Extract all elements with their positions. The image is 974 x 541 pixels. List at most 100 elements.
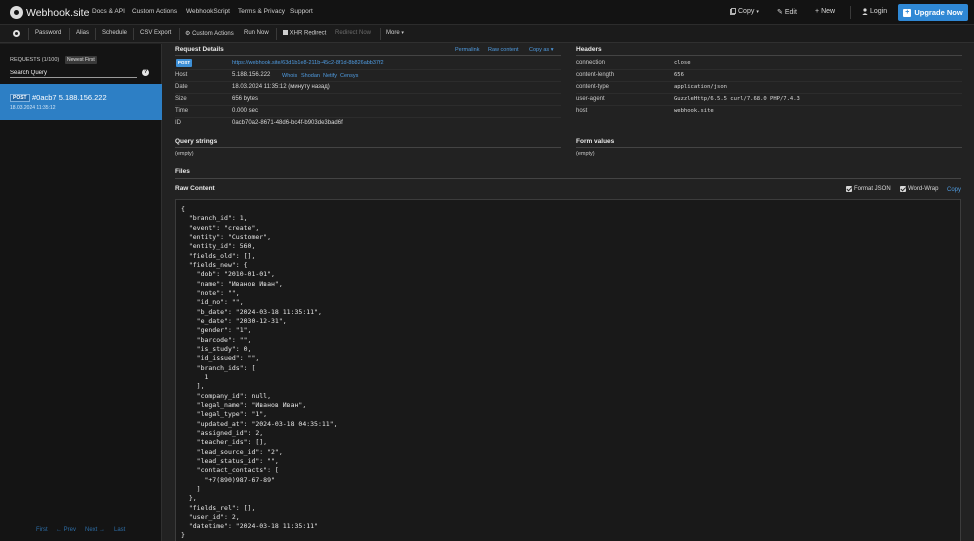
header-value: close — [674, 60, 691, 66]
size-value: 656 bytes — [232, 96, 259, 102]
date-label: Date — [175, 84, 188, 90]
netify-link[interactable]: Netify — [323, 73, 337, 79]
toolbar-csv-export[interactable]: CSV Export — [140, 30, 171, 36]
raw-content-title: Raw Content — [175, 185, 215, 192]
checkbox-icon — [283, 30, 288, 35]
form-values-empty: (empty) — [576, 151, 595, 157]
toolbar-divider — [380, 28, 381, 40]
word-wrap-checkbox[interactable]: Word-Wrap — [900, 186, 938, 192]
caret-down-icon: ▾ — [550, 47, 554, 53]
toolbar-divider — [69, 28, 70, 40]
pager-prev[interactable]: ← Prev — [56, 527, 76, 533]
row-divider — [576, 69, 962, 70]
toolbar-run-now[interactable]: Run Now — [244, 30, 269, 36]
new-button[interactable]: + New — [815, 8, 835, 15]
help-icon[interactable]: ? — [142, 69, 149, 76]
toolbar-xhr-redirect[interactable]: XHR Redirect — [283, 30, 326, 37]
toolbar-schedule[interactable]: Schedule — [102, 30, 127, 36]
copy-dropdown-button[interactable]: Copy ▾ — [730, 8, 759, 15]
header-key: content-type — [576, 84, 610, 90]
method-badge: POST — [10, 94, 30, 102]
cog-icon: ⚙ — [185, 31, 191, 37]
request-sidebar: REQUESTS (1/100) Newest First ? POST #0a… — [0, 44, 162, 541]
toolbar-alias[interactable]: Alias — [76, 30, 89, 36]
size-label: Size — [175, 96, 187, 102]
whois-link[interactable]: Whois — [282, 73, 297, 79]
navbar-divider — [850, 6, 851, 19]
plus-icon: + — [815, 8, 820, 15]
row-divider — [175, 117, 561, 118]
newest-first-toggle[interactable]: Newest First — [65, 56, 97, 64]
pencil-icon: ✎ — [777, 9, 783, 16]
nav-support[interactable]: Support — [290, 8, 313, 15]
edit-button[interactable]: ✎ Edit — [777, 8, 797, 17]
search-query-input[interactable] — [10, 68, 137, 78]
toolbar-redirect-now[interactable]: Redirect Now — [335, 30, 371, 36]
request-method-badge: POST — [176, 59, 192, 67]
custom-actions-label: Custom Actions — [192, 31, 234, 37]
permalink-link[interactable]: Permalink — [455, 47, 479, 53]
files-title: Files — [175, 168, 190, 175]
header-key: host — [576, 108, 588, 114]
caret-down-icon: ▾ — [401, 30, 404, 36]
pager-next[interactable]: Next → — [85, 527, 105, 533]
login-button[interactable]: Login — [862, 8, 887, 15]
toolbar-divider — [276, 28, 277, 40]
row-divider — [576, 81, 962, 82]
format-json-checkbox[interactable]: Format JSON — [846, 186, 891, 192]
webhook-logo-icon — [10, 6, 23, 19]
new-label: New — [821, 8, 836, 15]
pager-last[interactable]: Last — [114, 527, 125, 533]
id-value: 0acb70a2-8671-48d6-bc4f-b903de3bad6f — [232, 120, 343, 126]
format-json-label: Format JSON — [854, 186, 891, 192]
shodan-link[interactable]: Shodan — [301, 73, 320, 79]
request-item-title: #0acb7 5.188.156.222 — [32, 93, 107, 102]
copy-icon — [730, 8, 736, 15]
censys-link[interactable]: Censys — [340, 73, 358, 79]
brand-name: Webhook.site — [26, 6, 90, 19]
request-list-item[interactable]: POST #0acb7 5.188.156.222 18.03.2024 11:… — [0, 84, 162, 120]
nav-terms-privacy[interactable]: Terms & Privacy — [238, 8, 285, 15]
form-values-title: Form values — [576, 138, 615, 145]
gear-icon[interactable] — [13, 30, 20, 37]
query-strings-empty: (empty) — [175, 151, 194, 157]
query-strings-title: Query strings — [175, 138, 218, 145]
divider — [576, 147, 962, 148]
nav-custom-actions[interactable]: Custom Actions — [132, 8, 177, 15]
raw-content-box[interactable]: { "branch_id": 1, "event": "create", "en… — [175, 199, 961, 541]
nav-webhookscript[interactable]: WebhookScript — [186, 8, 230, 15]
divider — [175, 178, 961, 179]
copy-raw-link[interactable]: Copy — [947, 187, 961, 193]
nav-docs-api[interactable]: Docs & API — [92, 8, 125, 15]
row-divider — [576, 105, 962, 106]
date-value: 18.03.2024 11:35:12 (минуту назад) — [232, 84, 330, 90]
brand-logo-link[interactable]: Webhook.site — [10, 5, 89, 20]
toolbar-divider — [133, 28, 134, 40]
request-details-title: Request Details — [175, 46, 224, 53]
header-key: user-agent — [576, 96, 605, 102]
toolbar-custom-actions[interactable]: ⚙ Custom Actions — [185, 30, 234, 37]
edit-label: Edit — [784, 8, 797, 16]
toolbar-divider — [179, 28, 180, 40]
row-divider — [175, 81, 561, 82]
header-value: webhook.site — [674, 108, 714, 114]
toolbar-password[interactable]: Password — [35, 30, 61, 36]
raw-content-link[interactable]: Raw content — [488, 47, 519, 53]
header-key: content-length — [576, 72, 615, 78]
header-value: application/json — [674, 84, 727, 90]
plus-square-icon: + — [903, 8, 912, 17]
host-value: 5.188.156.222 — [232, 72, 271, 78]
divider — [175, 55, 561, 56]
checkbox-checked-icon — [846, 186, 852, 192]
id-label: ID — [175, 120, 181, 126]
requests-count: REQUESTS (1/100) — [10, 57, 60, 63]
caret-down-icon: ▾ — [756, 8, 759, 15]
toolbar-more-dropdown[interactable]: More ▾ — [386, 30, 404, 36]
pager-first[interactable]: First — [36, 527, 48, 533]
row-divider — [175, 93, 561, 94]
word-wrap-label: Word-Wrap — [908, 186, 939, 192]
request-url-link[interactable]: https://webhook.site/63d1b1e8-211b-45c2-… — [232, 60, 384, 66]
toolbar-divider — [28, 28, 29, 40]
copy-as-dropdown[interactable]: Copy as ▾ — [529, 47, 553, 53]
upgrade-now-button[interactable]: + Upgrade Now — [898, 4, 968, 21]
